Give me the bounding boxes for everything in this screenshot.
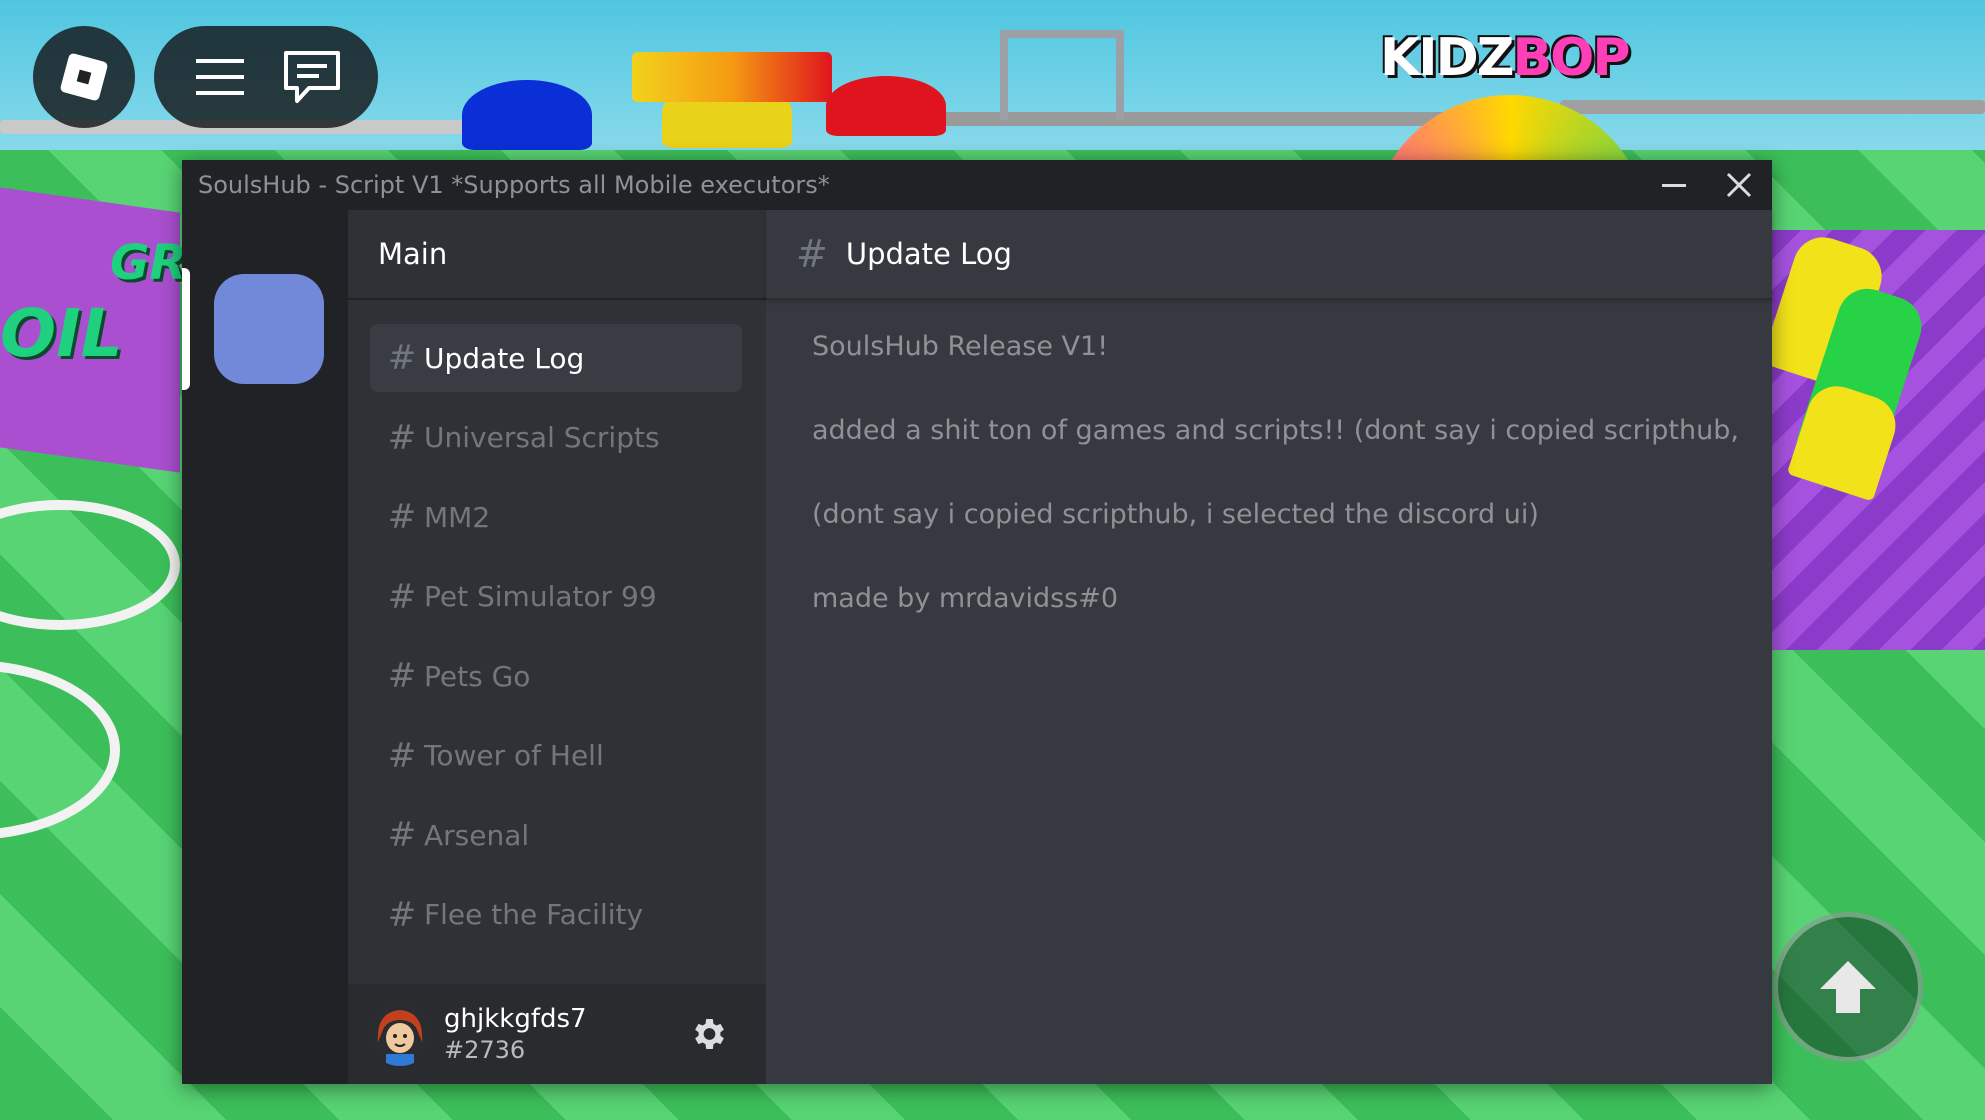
close-icon [1726,172,1752,198]
message-text: SoulsHub Release V1! [812,331,1109,362]
color-blocks [632,52,832,102]
server-icon[interactable] [214,274,324,384]
channel-arsenal[interactable]: # Arsenal [370,801,742,869]
hash-icon: # [796,232,828,276]
content-pane: # Update Log SoulsHub Release V1! added … [766,210,1772,1084]
server-rail [182,210,348,1084]
channel-label: Arsenal [424,818,530,852]
hash-icon: # [387,417,417,458]
channel-pets-go[interactable]: # Pets Go [370,642,742,710]
hamburger-menu-icon[interactable] [190,47,250,107]
channel-flee-the-facility[interactable]: # Flee the Facility [370,881,742,949]
channel-pet-simulator-99[interactable]: # Pet Simulator 99 [370,563,742,631]
window-title: SoulsHub - Script V1 *Supports all Mobil… [198,171,830,199]
user-tag: #2736 [444,1036,526,1064]
sign-text-left-2: OIL [0,295,123,372]
channel-label: Pet Simulator 99 [424,580,657,613]
red-block [826,76,946,136]
sidebar-header: Main [348,210,766,300]
script-hub-window: SoulsHub - Script V1 *Supports all Mobil… [182,160,1772,1084]
channel-label: Tower of Hell [424,739,604,772]
message-text: made by mrdavidss#0 [812,583,1119,614]
hash-icon: # [387,815,417,855]
channel-mm2[interactable]: # MM2 [370,483,742,551]
message-list: SoulsHub Release V1! added a shit ton of… [812,330,1772,666]
channel-label: Universal Scripts [424,421,660,454]
gear-icon [695,1019,724,1049]
channel-label: Flee the Facility [424,898,644,931]
blue-block [462,80,592,150]
message-text: added a shit ton of games and scripts!! … [812,415,1739,446]
roblox-menu-button[interactable] [33,26,135,128]
settings-button[interactable] [688,1014,728,1054]
minimize-button[interactable] [1644,160,1704,210]
hash-icon: # [387,497,417,537]
channel-universal-scripts[interactable]: # Universal Scripts [370,404,742,472]
metal-frame [1000,30,1124,120]
username: ghjkkgfds7 [444,1004,587,1034]
minimize-icon [1662,184,1686,187]
channel-label: Pets Go [424,659,531,693]
channel-label: Update Log [424,341,585,375]
chat-icon[interactable] [282,47,342,107]
kidz-bop-sign: KIDZBOP [1380,28,1630,88]
message-text: (dont say i copied scripthub, i selected… [812,499,1539,530]
roblox-topbar [154,26,378,128]
jump-button[interactable] [1773,912,1923,1062]
channel-title: Update Log [845,237,1012,271]
avatar-image [368,1002,432,1066]
channel-sidebar: Main # Update Log # Universal Scripts # … [348,210,766,1084]
roblox-logo-icon [59,52,109,102]
content-header: # Update Log [766,210,1772,300]
close-button[interactable] [1709,160,1769,210]
channel-tower-of-hell[interactable]: # Tower of Hell [370,722,742,790]
hash-icon: # [387,338,417,378]
hash-icon: # [387,735,417,776]
channel-update-log[interactable]: # Update Log [370,324,742,392]
avatar[interactable] [368,1002,432,1066]
hash-icon: # [387,576,417,617]
server-selected-indicator [182,268,190,390]
arrow-up-icon [1820,961,1876,1013]
hash-icon: # [387,656,417,696]
sidebar-title: Main [378,237,448,271]
hash-icon: # [387,894,417,935]
obby-track [1560,100,1985,114]
user-info: ghjkkgfds7 #2736 [444,1003,587,1065]
channel-label: MM2 [424,500,491,534]
channel-list: # Update Log # Universal Scripts # MM2 #… [370,324,742,960]
window-titlebar[interactable]: SoulsHub - Script V1 *Supports all Mobil… [182,160,1772,210]
user-panel: ghjkkgfds7 #2736 [348,984,766,1084]
